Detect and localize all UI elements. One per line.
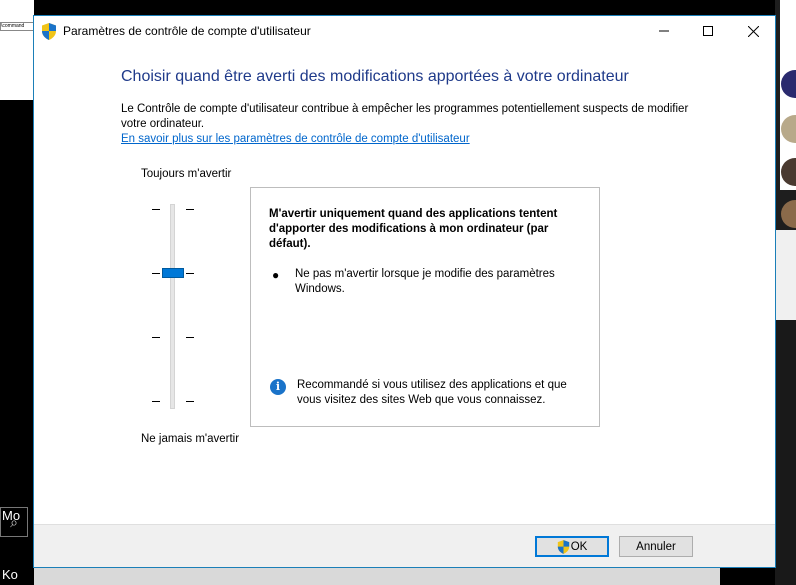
- slider-thumb[interactable]: [162, 268, 184, 278]
- background-dark-panel: ⌕ Mo Ko: [0, 100, 34, 585]
- ok-button-label: OK: [570, 540, 588, 553]
- level-bullet-text: Ne pas m'avertir lorsque je modifie des …: [295, 268, 555, 295]
- info-icon: i: [270, 379, 286, 395]
- uac-settings-dialog: Paramètres de contrôle de compte d'utili…: [33, 15, 776, 568]
- learn-more-link[interactable]: En savoir plus sur les paramètres de con…: [121, 133, 470, 145]
- minimize-button[interactable]: [642, 16, 686, 46]
- background-text-ko: Ko: [2, 567, 18, 582]
- ok-button[interactable]: OK: [535, 536, 609, 557]
- background-right-strip: [775, 0, 796, 585]
- background-text-mo: Mo: [2, 508, 21, 523]
- close-icon: [747, 25, 759, 37]
- close-button[interactable]: [731, 16, 775, 46]
- level-description-panel: M'avertir uniquement quand des applicati…: [250, 187, 600, 427]
- level-title: M'avertir uniquement quand des applicati…: [269, 208, 558, 250]
- shield-icon: [557, 539, 569, 554]
- slider-tick: [186, 209, 194, 210]
- description-text: Le Contrôle de compte d'utilisateur cont…: [121, 103, 689, 130]
- title-bar[interactable]: Paramètres de contrôle de compte d'utili…: [34, 16, 775, 46]
- slider-tick: [186, 337, 194, 338]
- button-bar: OK Annuler: [34, 524, 775, 567]
- avatar[interactable]: [781, 200, 796, 228]
- command-path-fragment: \command: [0, 22, 34, 31]
- cancel-button[interactable]: Annuler: [619, 536, 693, 557]
- minimize-icon: [659, 30, 669, 32]
- window-title: Paramètres de contrôle de compte d'utili…: [63, 24, 311, 38]
- slider-tick: [152, 273, 160, 274]
- shield-icon: [42, 23, 56, 40]
- slider-tick: [152, 401, 160, 402]
- slider-tick: [186, 401, 194, 402]
- slider-track[interactable]: [170, 204, 175, 409]
- slider-tick: [152, 209, 160, 210]
- background-window-fragment: \command: [0, 0, 34, 100]
- recommendation-text: Recommandé si vous utilisez des applicat…: [297, 379, 567, 406]
- page-heading: Choisir quand être averti des modificati…: [121, 68, 629, 85]
- slider-bottom-label: Ne jamais m'avertir: [141, 433, 240, 445]
- background-taskbar-fragment: [34, 568, 720, 585]
- maximize-button[interactable]: [686, 16, 730, 46]
- maximize-icon: [703, 26, 713, 36]
- slider-tick: [186, 273, 194, 274]
- bullet-icon: ●: [272, 268, 280, 282]
- slider-tick: [152, 337, 160, 338]
- slider-top-label: Toujours m'avertir: [141, 168, 232, 180]
